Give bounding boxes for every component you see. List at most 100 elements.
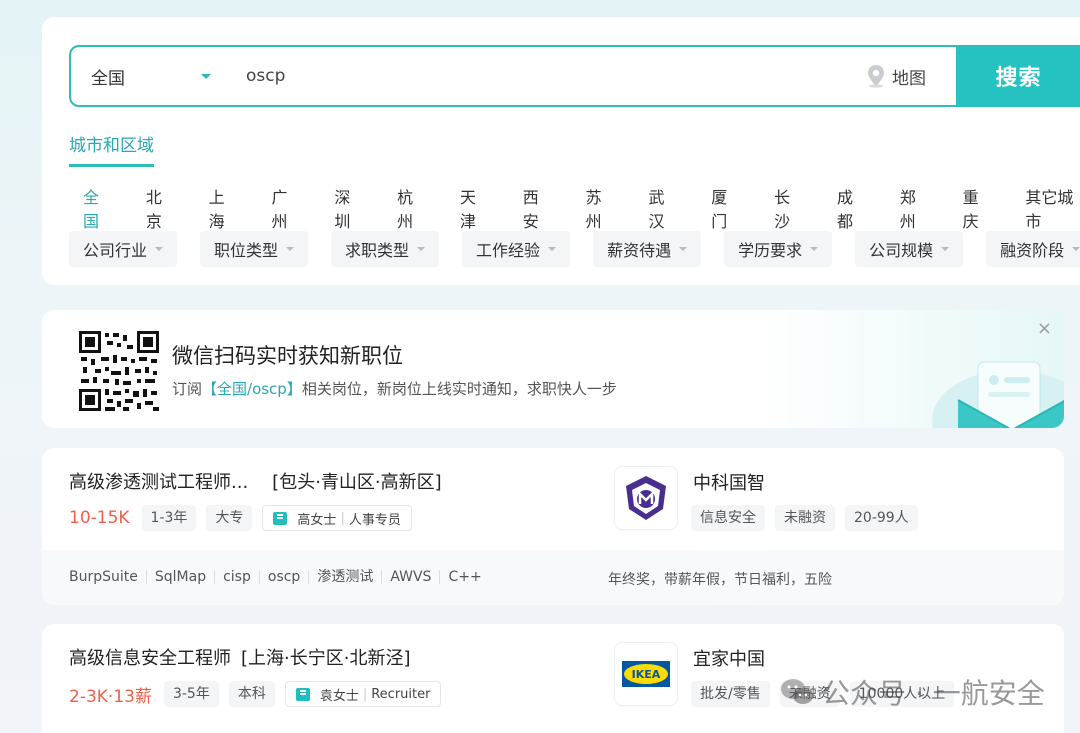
search-box: 全国 地图 搜索 [69,45,1080,107]
filter-label: 职位类型 [214,241,279,260]
city-item[interactable]: 杭州 [383,184,425,232]
hr-separator: | [340,510,345,526]
envelope-illustration-icon [932,361,1064,428]
city-item[interactable]: 武汉 [634,184,676,232]
job-title[interactable]: 高级信息安全工程师 [69,648,231,669]
job-meta: 2-3K·13薪 3-5年 本科 袁女士 | Recruiter [69,681,442,707]
job-benefits: 年终奖，带薪年假，节日福利，五险 [608,572,832,588]
search-button[interactable]: 搜索 [956,47,1080,105]
caret-down-icon [417,247,426,251]
filter-company-size[interactable]: 公司规模 [855,231,964,267]
job-card[interactable]: 高级渗透测试工程师... [包头·青山区·高新区] 10-15K 1-3年 大专 … [42,448,1064,605]
watermark-text: 公众号 · 一航安全 [822,677,1045,710]
filter-label: 求职类型 [345,241,410,260]
caret-down-icon [941,247,950,251]
company-logo[interactable] [614,466,678,530]
company-tag: 批发/零售 [691,681,770,707]
filter-label: 薪资待遇 [607,241,672,260]
job-experience-tag: 1-3年 [141,505,197,531]
caret-down-icon [810,247,819,251]
job-salary: 2-3K·13薪 [69,686,152,707]
city-item[interactable]: 苏州 [572,184,614,232]
company-tags: 信息安全 未融资 20-99人 [691,505,928,531]
hr-name: 袁女士 [319,688,359,704]
city-item[interactable]: 重庆 [949,184,991,232]
job-location: [包头·青山区·高新区] [272,472,442,493]
chat-icon [273,511,288,525]
city-item[interactable]: 上海 [195,184,237,232]
qr-code-icon [79,331,159,411]
job-education-tag: 本科 [228,681,275,707]
hr-name: 高女士 [297,512,337,528]
subscription-desc: 订阅【全国/oscp】相关岗位，新岗位上线实时通知，求职快人一步 [172,378,617,399]
caret-down-icon [548,247,557,251]
map-button[interactable]: 地图 [866,47,956,105]
job-education-tag: 大专 [206,505,253,531]
city-item[interactable]: 广州 [257,184,299,232]
hr-contact[interactable]: 高女士 | 人事专员 [262,505,412,531]
caret-down-icon [286,247,295,251]
city-item[interactable]: 深圳 [320,184,362,232]
city-item-other[interactable]: 其它城市 [1011,184,1080,232]
company-tag: 20-99人 [845,505,918,531]
filter-industry[interactable]: 公司行业 [69,231,178,267]
subscription-desc-suffix: 相关岗位，新岗位上线实时通知，求职快人一步 [301,380,617,398]
job-card-footer: BurpSuite SqlMap cisp oscp 渗透测试 AWVS C++… [42,550,1064,605]
job-meta: 10-15K 1-3年 大专 高女士 | 人事专员 [69,505,412,531]
city-list: 全国 北京 上海 广州 深圳 杭州 天津 西安 苏州 武汉 厦门 长沙 成都 郑… [69,184,1080,232]
filter-label: 融资阶段 [1000,241,1065,260]
city-item-all[interactable]: 全国 [69,184,111,232]
hr-role: Recruiter [371,686,431,702]
subscription-banner: 微信扫码实时获知新职位 订阅【全国/oscp】相关岗位，新岗位上线实时通知，求职… [42,310,1064,428]
watermark: 公众号 · 一航安全 [780,672,1045,712]
skill-tag: cisp [214,570,259,584]
city-item[interactable]: 西安 [509,184,551,232]
skill-list: BurpSuite SqlMap cisp oscp 渗透测试 AWVS C++ [69,570,490,584]
job-title[interactable]: 高级渗透测试工程师... [69,472,248,493]
company-name[interactable]: 中科国智 [693,469,765,495]
filter-label: 学历要求 [738,241,803,260]
skill-tag: oscp [258,570,308,584]
filter-label: 工作经验 [476,241,541,260]
chat-icon [295,687,310,701]
location-pin-icon [868,65,884,88]
caret-down-icon [155,247,164,251]
filter-seek-type[interactable]: 求职类型 [331,231,440,267]
close-icon[interactable]: × [1037,318,1052,339]
skill-tag: SqlMap [145,570,214,584]
filter-funding[interactable]: 融资阶段 [986,231,1080,267]
city-item[interactable]: 成都 [823,184,865,232]
caret-down-icon [679,247,688,251]
city-item[interactable]: 北京 [132,184,174,232]
subscription-keyword: 【全国/oscp】 [202,380,302,398]
city-select-value: 全国 [91,68,125,89]
caret-down-icon [1072,247,1080,251]
filter-label: 公司行业 [83,241,148,260]
chevron-down-icon [201,74,211,79]
search-input[interactable] [246,61,806,91]
hr-role: 人事专员 [348,512,401,528]
city-item[interactable]: 天津 [446,184,488,232]
city-item[interactable]: 厦门 [697,184,739,232]
job-location: [上海·长宁区·北新泾] [241,648,411,669]
company-logo[interactable]: IKEA [614,642,678,706]
filter-education[interactable]: 学历要求 [724,231,833,267]
hr-contact[interactable]: 袁女士 | Recruiter [284,681,442,707]
job-title-line: 高级信息安全工程师 [上海·长宁区·北新泾] [69,644,411,670]
company-tag: 未融资 [775,505,835,531]
map-label: 地图 [892,68,926,89]
wechat-icon [781,679,813,704]
tab-city-region[interactable]: 城市和区域 [69,131,154,167]
city-select[interactable]: 全国 [91,47,221,105]
filter-salary[interactable]: 薪资待遇 [593,231,702,267]
company-name[interactable]: 宜家中国 [693,645,765,671]
filter-row: 公司行业 职位类型 求职类型 工作经验 薪资待遇 学历要求 公司规模 融资阶段 [69,231,1080,267]
city-item[interactable]: 长沙 [760,184,802,232]
skill-tag: 渗透测试 [308,570,381,584]
filter-job-type[interactable]: 职位类型 [200,231,309,267]
city-item[interactable]: 郑州 [886,184,928,232]
filter-experience[interactable]: 工作经验 [462,231,571,267]
shield-logo-icon [626,476,666,520]
ikea-logo-icon: IKEA [622,661,670,687]
company-tag: 信息安全 [691,505,765,531]
